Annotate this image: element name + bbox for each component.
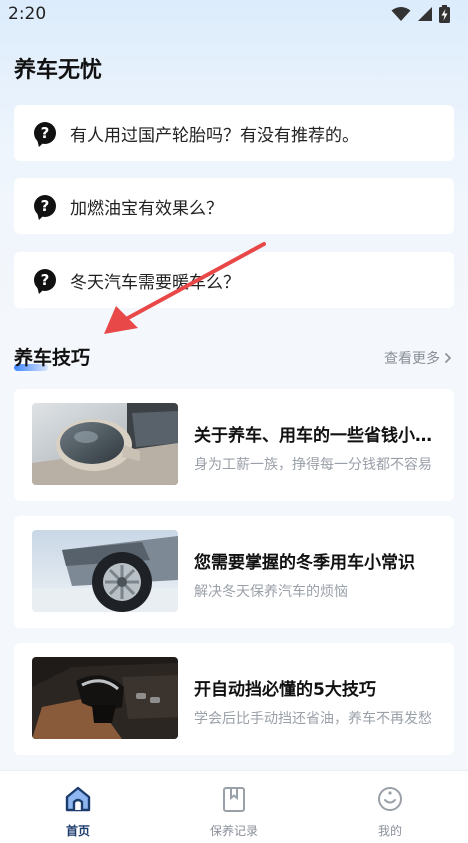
car-mirror-photo xyxy=(32,403,178,485)
question-text: 有人用过国产轮胎吗？有没有推荐的。 xyxy=(70,125,359,146)
battery-icon xyxy=(439,5,450,23)
tab-home[interactable]: 首页 xyxy=(18,771,138,839)
article-subtitle: 身为工薪一族，挣得每一分钱都不容易 xyxy=(194,457,432,473)
question-item[interactable]: ? 冬天汽车需要暖车么？ xyxy=(14,252,454,308)
profile-icon xyxy=(378,787,402,811)
article-title: 开自动挡必懂的5大技巧 xyxy=(194,680,376,700)
section-title: 养车技巧 xyxy=(14,347,91,369)
cell-signal-icon xyxy=(418,7,432,21)
view-more-label: 查看更多 xyxy=(384,351,440,367)
article-card[interactable]: 您需要掌握的冬季用车小常识 解决冬天保养汽车的烦恼 xyxy=(14,516,454,628)
question-item[interactable]: ? 有人用过国产轮胎吗？有没有推荐的。 xyxy=(14,105,454,161)
gear-shifter-photo xyxy=(32,657,178,739)
record-icon xyxy=(223,787,245,812)
question-text: 加燃油宝有效果么？ xyxy=(70,198,223,219)
article-card[interactable]: 开自动挡必懂的5大技巧 学会后比手动挡还省油，养车不再发愁 xyxy=(14,643,454,755)
question-item[interactable]: ? 加燃油宝有效果么？ xyxy=(14,178,454,234)
tab-label: 保养记录 xyxy=(209,824,258,838)
tab-label: 首页 xyxy=(65,824,90,838)
article-subtitle: 学会后比手动挡还省油，养车不再发愁 xyxy=(194,711,432,727)
status-bar: 2:20 xyxy=(0,0,468,28)
tab-label: 我的 xyxy=(377,824,402,838)
article-card[interactable]: 关于养车、用车的一些省钱小技巧 身为工薪一族，挣得每一分钱都不容易 xyxy=(14,389,454,501)
article-title: 您需要掌握的冬季用车小常识 xyxy=(194,553,415,573)
question-icon: ? xyxy=(34,195,56,217)
question-icon: ? xyxy=(34,269,56,291)
question-icon: ? xyxy=(34,122,56,144)
article-title: 关于养车、用车的一些省钱小技巧 xyxy=(194,426,442,446)
tab-maintenance-records[interactable]: 保养记录 xyxy=(174,771,294,839)
page-title: 养车无忧 xyxy=(14,58,103,83)
article-subtitle: 解决冬天保养汽车的烦恼 xyxy=(194,584,348,600)
view-more-link[interactable]: 查看更多 xyxy=(384,348,452,368)
status-time: 2:20 xyxy=(8,4,47,24)
chevron-right-icon xyxy=(444,352,452,364)
wifi-icon xyxy=(391,7,411,21)
question-text: 冬天汽车需要暖车么？ xyxy=(70,272,240,293)
car-tire-photo xyxy=(32,530,178,612)
bottom-tab-bar: 首页 保养记录 我的 xyxy=(0,770,468,843)
home-icon xyxy=(65,786,91,812)
status-icons xyxy=(391,5,450,23)
tab-profile[interactable]: 我的 xyxy=(330,771,450,839)
tips-section-header: 养车技巧 查看更多 xyxy=(14,340,454,374)
